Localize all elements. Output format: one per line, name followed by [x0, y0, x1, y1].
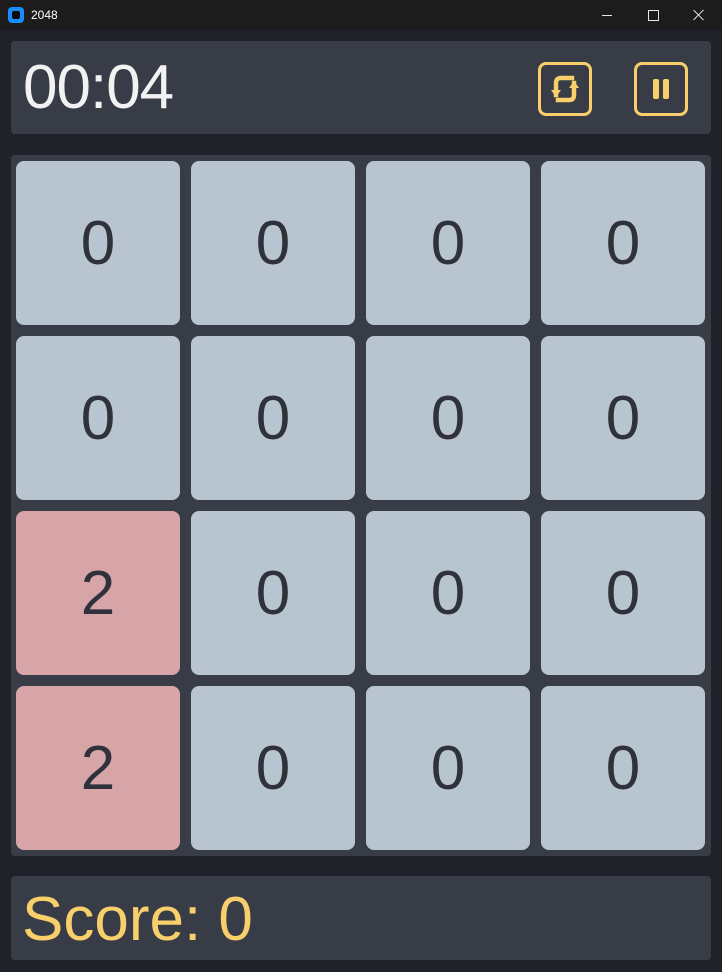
tile-r3-c1: 2 — [16, 511, 180, 675]
tile-r3-c4: 0 — [541, 511, 705, 675]
tile-r2-c4: 0 — [541, 336, 705, 500]
tile-r4-c4: 0 — [541, 686, 705, 850]
restart-icon — [551, 75, 579, 103]
tile-r4-c3: 0 — [366, 686, 530, 850]
close-icon — [693, 9, 705, 21]
score-panel: Score: 0 — [11, 876, 711, 960]
tile-r3-c2: 0 — [191, 511, 355, 675]
tile-r2-c2: 0 — [191, 336, 355, 500]
game-board[interactable]: 0 0 0 0 0 0 0 0 2 0 0 0 2 0 0 0 — [11, 155, 711, 856]
maximize-button[interactable] — [630, 0, 676, 30]
app-icon — [8, 7, 24, 23]
header-panel: 00:04 — [11, 41, 711, 134]
score-label: Score: 0 — [22, 885, 253, 954]
pause-button[interactable] — [634, 62, 688, 116]
tile-r2-c1: 0 — [16, 336, 180, 500]
tile-r1-c1: 0 — [16, 161, 180, 325]
tile-r4-c1: 2 — [16, 686, 180, 850]
tile-r1-c2: 0 — [191, 161, 355, 325]
tile-r4-c2: 0 — [191, 686, 355, 850]
timer-display: 00:04 — [23, 53, 174, 122]
tile-r1-c4: 0 — [541, 161, 705, 325]
tile-r3-c3: 0 — [366, 511, 530, 675]
pause-icon — [653, 79, 669, 99]
window-title: 2048 — [31, 8, 58, 22]
close-button[interactable] — [676, 0, 722, 30]
minimize-icon — [602, 14, 612, 16]
maximize-icon — [647, 9, 659, 21]
restart-button[interactable] — [538, 62, 592, 116]
title-bar: 2048 — [0, 0, 722, 30]
minimize-button[interactable] — [584, 0, 630, 30]
tile-r1-c3: 0 — [366, 161, 530, 325]
tile-r2-c3: 0 — [366, 336, 530, 500]
